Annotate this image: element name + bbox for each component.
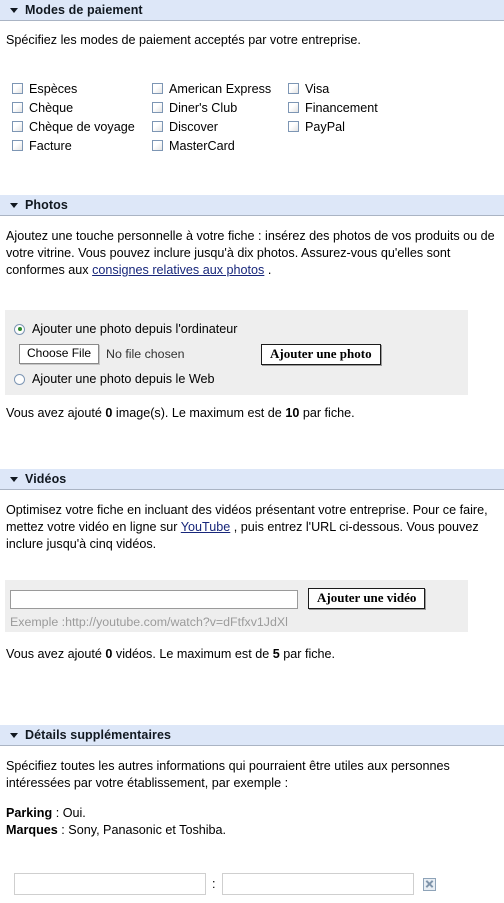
add-video-button[interactable]: Ajouter une vidéo (308, 588, 426, 609)
section-title-payment: Modes de paiement (25, 2, 143, 17)
radio-computer-icon[interactable] (14, 323, 25, 335)
radio-computer-label: Ajouter une photo depuis l'ordinateur (32, 322, 238, 336)
photos-description: Ajoutez une touche personnelle à votre f… (0, 228, 504, 279)
videos-status-middle: vidéos. Le maximum est de (112, 647, 273, 661)
checkbox-discover[interactable] (152, 121, 163, 132)
photo-guidelines-link[interactable]: consignes relatives aux photos (92, 263, 264, 277)
details-example-1-value: : Oui. (52, 806, 86, 820)
checkbox-facture[interactable] (12, 140, 23, 151)
checkbox-row[interactable]: Chèque de voyage (12, 118, 135, 135)
section-title-videos: Vidéos (25, 471, 67, 486)
videos-status-suffix: par fiche. (279, 647, 336, 661)
checkbox-label: PayPal (305, 119, 345, 134)
payment-column-2: American Express Diner's Club Discover M… (152, 80, 271, 156)
no-file-chosen-label: No file chosen (106, 347, 185, 361)
details-example-parking: Parking : Oui. (6, 805, 226, 822)
video-url-example-hint: Exemple :http://youtube.com/watch?v=dFtf… (10, 615, 288, 629)
photos-upload-panel: Ajouter une photo depuis l'ordinateur Ch… (5, 310, 468, 395)
detail-key-input[interactable] (14, 873, 206, 895)
checkbox-row[interactable]: PayPal (288, 118, 378, 135)
checkbox-label: Diner's Club (169, 100, 238, 115)
checkbox-row[interactable]: Financement (288, 99, 378, 116)
details-custom-row: : (14, 873, 436, 895)
videos-status-prefix: Vous avez ajouté (6, 647, 106, 661)
videos-url-panel: Ajouter une vidéo Exemple :http://youtub… (5, 580, 468, 632)
triangle-down-icon[interactable] (10, 476, 18, 482)
details-example-marques: Marques : Sony, Panasonic et Toshiba. (6, 822, 226, 839)
checkbox-row[interactable]: Facture (12, 137, 135, 154)
checkbox-label: Financement (305, 100, 378, 115)
youtube-link[interactable]: YouTube (181, 520, 231, 534)
checkbox-row[interactable]: American Express (152, 80, 271, 97)
checkbox-row[interactable]: Discover (152, 118, 271, 135)
photos-status-prefix: Vous avez ajouté (6, 406, 106, 420)
checkbox-row[interactable]: Espèces (12, 80, 135, 97)
checkbox-paypal[interactable] (288, 121, 299, 132)
section-header-photos[interactable]: Photos (0, 195, 504, 216)
photos-count-status: Vous avez ajouté 0 image(s). Le maximum … (6, 406, 355, 420)
section-header-payment[interactable]: Modes de paiement (0, 0, 504, 21)
videos-count-status: Vous avez ajouté 0 vidéos. Le maximum es… (6, 647, 335, 661)
checkbox-label: Discover (169, 119, 218, 134)
checkbox-financement[interactable] (288, 102, 299, 113)
checkbox-especes[interactable] (12, 83, 23, 94)
radio-option-computer[interactable]: Ajouter une photo depuis l'ordinateur (14, 322, 237, 336)
photos-description-text-2: . (264, 263, 272, 277)
details-description: Spécifiez toutes les autres informations… (6, 759, 450, 790)
triangle-down-icon[interactable] (10, 732, 18, 738)
choose-file-button[interactable]: Choose File (19, 344, 100, 364)
checkbox-mastercard[interactable] (152, 140, 163, 151)
checkbox-row[interactable]: Chèque (12, 99, 135, 116)
detail-separator: : (212, 877, 216, 891)
checkbox-cheque-de-voyage[interactable] (12, 121, 23, 132)
checkbox-label: Visa (305, 81, 330, 96)
checkbox-label: Espèces (29, 81, 78, 96)
details-example-2-value: : Sony, Panasonic et Toshiba. (57, 823, 227, 837)
section-header-details[interactable]: Détails supplémentaires (0, 725, 504, 746)
section-header-videos[interactable]: Vidéos (0, 469, 504, 490)
radio-web-icon[interactable] (14, 373, 25, 385)
details-examples: Parking : Oui. Marques : Sony, Panasonic… (6, 805, 226, 839)
checkbox-label: Chèque de voyage (29, 119, 135, 134)
checkbox-label: Chèque (29, 100, 74, 115)
payment-checkbox-grid: Espèces Chèque Chèque de voyage Facture … (0, 80, 504, 162)
checkbox-row[interactable]: MasterCard (152, 137, 271, 154)
section-title-photos: Photos (25, 197, 68, 212)
details-example-1-label: Parking (6, 806, 53, 820)
checkbox-label: Facture (29, 138, 72, 153)
photos-status-suffix: par fiche. (299, 406, 355, 420)
payment-column-3: Visa Financement PayPal (288, 80, 378, 137)
payment-description: Spécifiez les modes de paiement acceptés… (6, 33, 361, 47)
checkbox-visa[interactable] (288, 83, 299, 94)
checkbox-cheque[interactable] (12, 102, 23, 113)
photos-status-middle: image(s). Le maximum est de (112, 406, 286, 420)
checkbox-label: American Express (169, 81, 272, 96)
triangle-down-icon[interactable] (10, 202, 18, 208)
checkbox-american-express[interactable] (152, 83, 163, 94)
checkbox-diners-club[interactable] (152, 102, 163, 113)
checkbox-label: MasterCard (169, 138, 235, 153)
add-photo-button[interactable]: Ajouter une photo (261, 344, 381, 365)
section-title-details: Détails supplémentaires (25, 727, 172, 742)
video-url-input[interactable] (10, 590, 298, 609)
radio-web-label: Ajouter une photo depuis le Web (32, 372, 215, 386)
videos-description: Optimisez votre fiche en incluant des vi… (0, 502, 504, 553)
checkbox-row[interactable]: Visa (288, 80, 378, 97)
detail-value-input[interactable] (221, 873, 414, 895)
delete-row-icon[interactable] (422, 877, 436, 891)
photos-max-value: 10 (285, 406, 300, 420)
triangle-down-icon[interactable] (10, 7, 18, 13)
radio-option-web[interactable]: Ajouter une photo depuis le Web (14, 372, 215, 386)
checkbox-row[interactable]: Diner's Club (152, 99, 271, 116)
file-picker-row: Choose File No file chosen (19, 344, 185, 364)
payment-column-1: Espèces Chèque Chèque de voyage Facture (12, 80, 135, 156)
videos-max-value: 5 (272, 647, 280, 661)
details-example-2-label: Marques (6, 823, 58, 837)
